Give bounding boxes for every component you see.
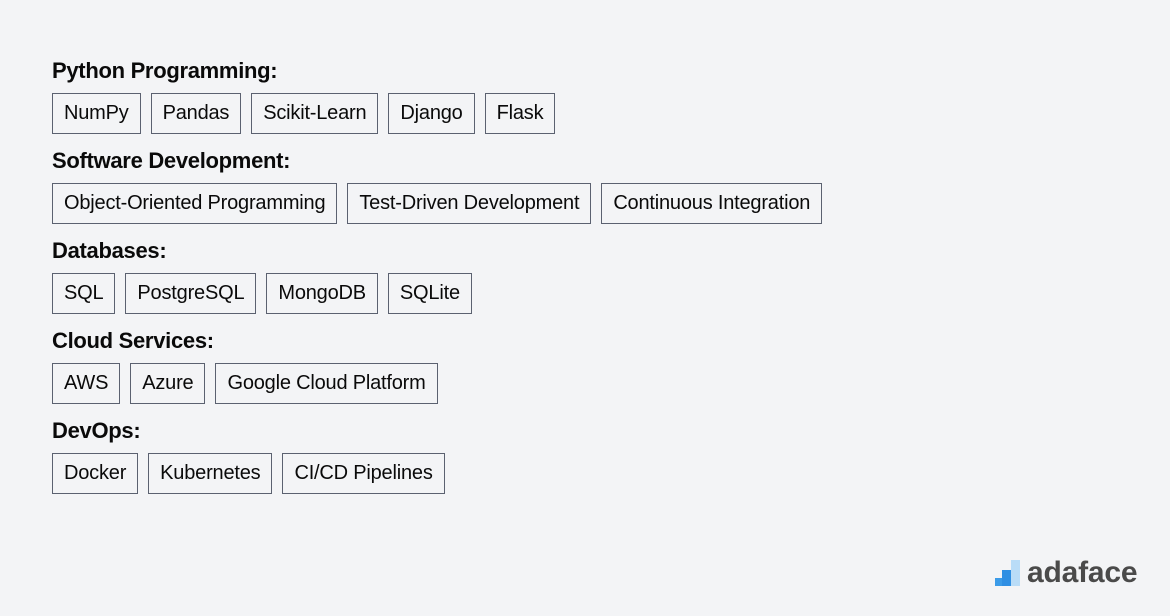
skill-chip: Test-Driven Development — [347, 183, 592, 224]
skills-list: Python Programming: NumPy Pandas Scikit-… — [52, 58, 823, 508]
section-cloud-services: Cloud Services: AWS Azure Google Cloud P… — [52, 328, 822, 404]
logo-bar — [995, 578, 1002, 586]
section-title: Software Development: — [52, 148, 291, 173]
skill-chip: Google Cloud Platform — [215, 363, 438, 404]
section-title: DevOps: — [52, 418, 141, 443]
skill-chip: AWS — [52, 363, 121, 404]
skill-chip: Pandas — [150, 93, 242, 134]
skill-chip: Flask — [484, 93, 556, 134]
logo-text: adaface — [1027, 556, 1138, 589]
skill-chip: CI/CD Pipelines — [282, 453, 445, 494]
skill-chip: NumPy — [52, 93, 141, 134]
chip-group: NumPy Pandas Scikit-Learn Django Flask — [52, 93, 822, 134]
skill-chip: MongoDB — [266, 273, 378, 314]
section-title: Python Programming: — [52, 58, 278, 83]
skill-chip: Docker — [52, 453, 139, 494]
chip-group: Docker Kubernetes CI/CD Pipelines — [52, 453, 822, 494]
chip-group: SQL PostgreSQL MongoDB SQLite — [52, 273, 822, 314]
bar-chart-logo-icon — [995, 560, 1021, 586]
chip-group: Object-Oriented Programming Test-Driven … — [52, 183, 823, 224]
skill-chip: Object-Oriented Programming — [52, 183, 338, 224]
skill-chip: Azure — [130, 363, 206, 404]
skill-chip: SQLite — [387, 273, 472, 314]
logo-bar — [1011, 560, 1020, 586]
section-databases: Databases: SQL PostgreSQL MongoDB SQLite — [52, 238, 822, 314]
section-title: Cloud Services: — [52, 328, 214, 353]
skill-chip: Continuous Integration — [601, 183, 823, 224]
skill-chip: Kubernetes — [148, 453, 273, 494]
section-python: Python Programming: NumPy Pandas Scikit-… — [52, 58, 822, 134]
chip-group: AWS Azure Google Cloud Platform — [52, 363, 822, 404]
adaface-logo: adaface — [995, 556, 1138, 589]
section-software-development: Software Development: Object-Oriented Pr… — [52, 148, 823, 224]
logo-bar — [1002, 570, 1011, 586]
skill-chip: PostgreSQL — [125, 273, 257, 314]
section-devops: DevOps: Docker Kubernetes CI/CD Pipeline… — [52, 418, 822, 494]
skill-chip: SQL — [52, 273, 116, 314]
skill-chip: Scikit-Learn — [251, 93, 379, 134]
skill-chip: Django — [388, 93, 475, 134]
section-title: Databases: — [52, 238, 167, 263]
